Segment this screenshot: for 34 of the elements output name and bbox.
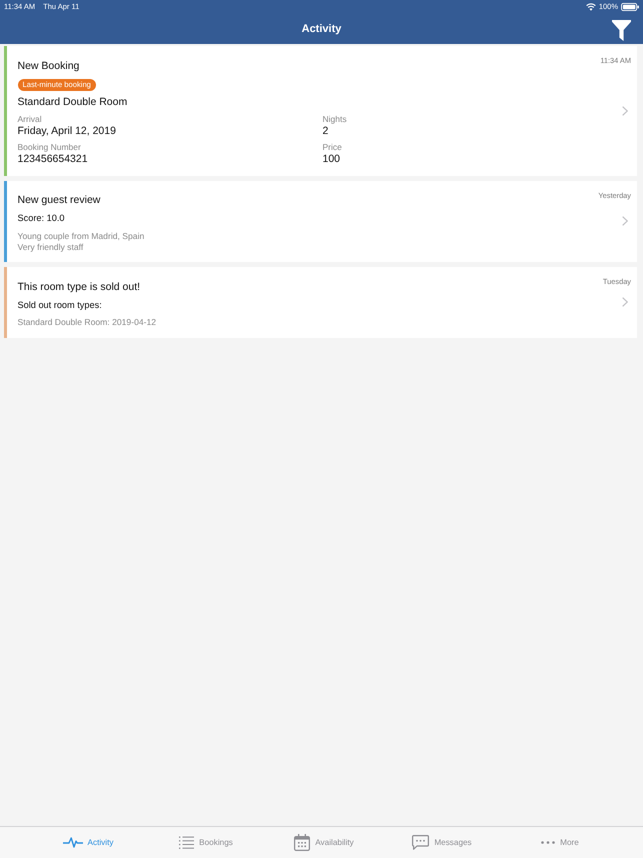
detail-text: Young couple from Madrid, Spain: [18, 230, 144, 242]
field-value: 2: [322, 125, 328, 138]
detail-text: Standard Double Room: 2019-04-12: [18, 317, 156, 328]
tab-bar-item[interactable]: Bookings: [179, 834, 233, 851]
field-value: Friday, April 12, 2019: [18, 125, 116, 138]
filter-icon[interactable]: [612, 20, 631, 41]
card-title: New guest review: [18, 194, 100, 207]
field-label: Nights: [322, 114, 347, 125]
battery-icon: [621, 2, 639, 10]
field-label: Arrival: [18, 114, 42, 125]
field-label: Price: [322, 142, 342, 153]
tab-bar-item[interactable]: Messages: [412, 833, 472, 852]
field-value: 123456654321: [18, 153, 88, 166]
calendar-icon: [294, 834, 310, 851]
field-value: 100: [322, 153, 340, 166]
card-title: New Booking: [18, 60, 80, 72]
detail-text: Very friendly staff: [18, 242, 84, 252]
card-subtitle: Sold out room types:: [18, 298, 102, 310]
chevron-icon: [622, 106, 628, 116]
more-icon: [541, 841, 556, 844]
pulse-icon: [62, 837, 83, 848]
screen-title: Activity: [302, 22, 342, 36]
chevron-icon: [622, 297, 628, 308]
chevron-icon: [622, 216, 628, 226]
tab-bar-item[interactable]: Activity: [62, 835, 114, 850]
tab-bar-item[interactable]: More: [541, 836, 579, 850]
field-label: Booking Number: [18, 142, 81, 153]
list-icon: [179, 836, 194, 849]
speech-bubble-icon: [412, 835, 430, 850]
card-title: This room type is sold out!: [18, 280, 140, 294]
room-name: Standard Double Room: [18, 96, 128, 108]
wifi-icon: [586, 2, 596, 10]
tab-bar-item[interactable]: Availability: [294, 832, 354, 853]
card-subtitle: Score: 10.0: [18, 212, 64, 224]
